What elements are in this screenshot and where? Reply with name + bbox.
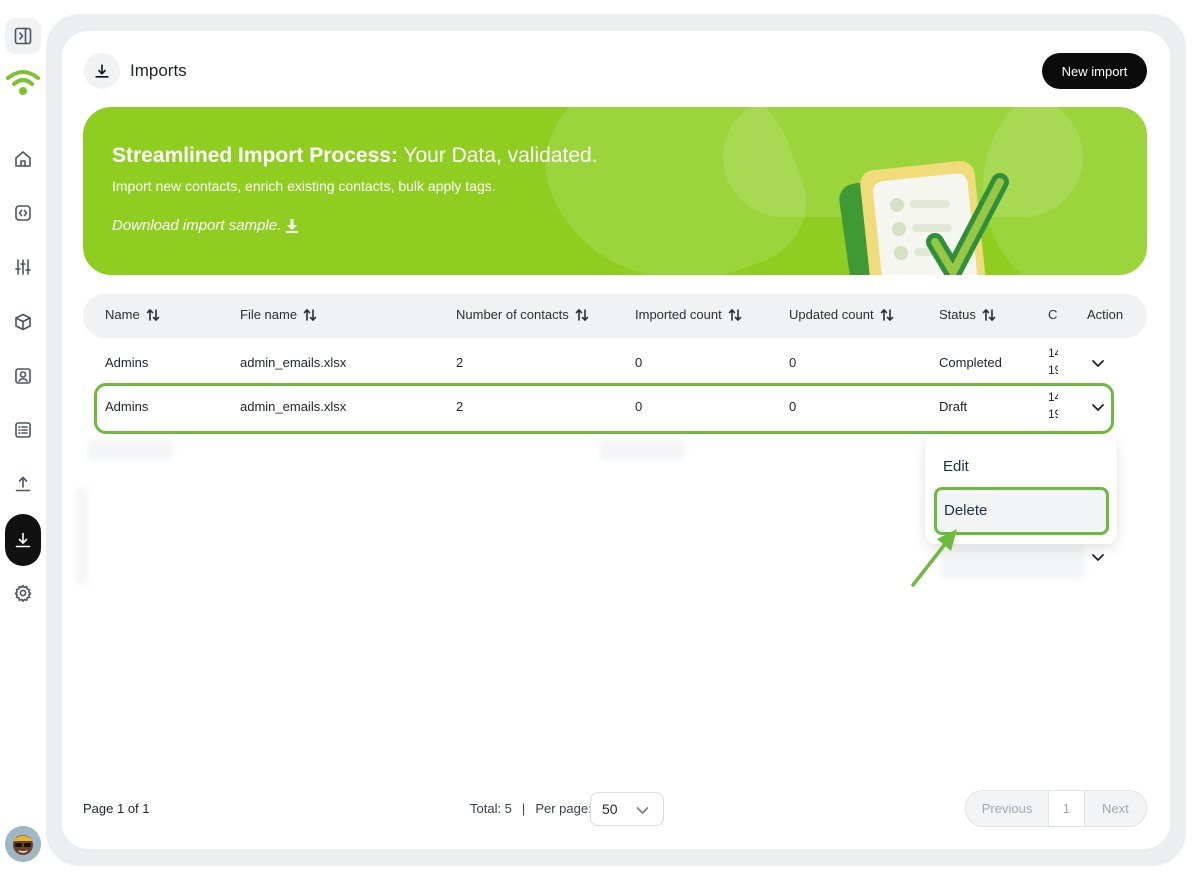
sort-icon [728,308,742,321]
column-header-updated-count[interactable]: Updated count [789,307,894,322]
pagination: Previous 1 Next [965,790,1147,827]
cube-icon [15,313,31,331]
table-header: Name File name Number of contacts Import… [83,294,1147,338]
pointer-arrow-annotation [911,529,957,587]
import-banner: Streamlined Import Process: Your Data, v… [83,107,1147,275]
cell-contacts: 2 [456,355,464,370]
cell-created: 1419 [1048,345,1058,379]
chevron-down-icon[interactable] [1091,356,1105,370]
menu-item-delete-label: Delete [944,502,988,519]
sidebar-item-list[interactable] [5,412,41,448]
cell-created-line: 14 [1048,346,1058,360]
download-icon [15,532,31,548]
sidebar-item-home[interactable] [5,141,41,177]
banner-subtitle: Import new contacts, enrich existing con… [112,178,496,194]
chevron-down-icon [636,807,649,815]
new-import-button[interactable]: New import [1042,53,1147,89]
page-number-button[interactable]: 1 [1049,791,1085,826]
sidebar-item-cube[interactable] [5,304,41,340]
blurred-content [76,488,88,584]
contact-icon [15,368,31,384]
sidebar-item-upload[interactable] [5,466,41,502]
sidebar-item-settings[interactable] [5,575,41,611]
upload-icon [15,476,31,492]
column-header-file-name[interactable]: File name [240,307,317,322]
checklist-illustration [839,160,1009,275]
page-title: Imports [130,61,187,80]
banner-title: Streamlined Import Process: Your Data, v… [112,144,598,168]
logo-icon [6,70,40,95]
column-header-created[interactable]: C [1048,307,1058,322]
next-button[interactable]: Next [1085,791,1146,826]
page-info: Page 1 of 1 [83,801,150,816]
sidebar-item-contacts[interactable] [5,358,41,394]
cell-status: Completed [939,355,1002,370]
column-label: Updated count [789,307,874,322]
blurred-content [600,440,685,460]
sidebar-item-imports[interactable] [5,514,41,566]
column-label: Action [1087,307,1124,322]
column-label: File name [240,307,298,322]
chevron-down-icon[interactable] [1091,550,1105,564]
sidebar-item-sliders[interactable] [5,249,41,285]
column-header-action: Action [1087,307,1123,322]
separator: | [521,801,526,816]
per-page-value: 50 [602,801,618,817]
previous-button[interactable]: Previous [966,791,1050,826]
avatar[interactable] [5,826,41,862]
sidebar [0,0,46,880]
download-sample-link[interactable]: Download import sample. [112,217,299,234]
sort-icon [880,308,893,321]
sidebar-item-code[interactable] [5,195,41,231]
sort-icon [982,308,996,321]
column-header-name[interactable]: Name [105,307,160,322]
row-highlight-annotation [94,383,1114,434]
download-arrow-icon [286,218,299,233]
imports-header-icon [84,53,120,89]
per-page-label: Per page: [535,801,592,816]
cell-updated: 0 [789,355,797,370]
avatar-face-icon [5,826,41,862]
panel-toggle-icon [14,27,32,45]
sort-icon [303,308,317,321]
cell-created-line: 19 [1048,363,1058,377]
table-row[interactable]: Admins admin_emails.xlsx 2 0 0 Completed… [83,340,1147,384]
column-header-imported-count[interactable]: Imported count [635,307,742,322]
sort-icon [146,308,159,321]
banner-title-bold: Streamlined Import Process: [112,144,398,167]
sidebar-toggle-button[interactable] [5,18,41,54]
list-icon [15,422,31,438]
sliders-icon [15,259,31,275]
cell-file-name: admin_emails.xlsx [240,355,347,370]
cell-name: Admins [105,355,149,370]
total-info: Total: 5 | Per page: [470,801,592,816]
sort-icon [575,308,589,321]
column-header-number-of-contacts[interactable]: Number of contacts [456,307,589,322]
home-icon [15,151,31,167]
download-sample-label: Download import sample. [112,217,282,234]
blurred-content [88,440,173,460]
column-label: Imported count [635,307,722,322]
column-label: C [1048,307,1058,322]
column-header-status[interactable]: Status [939,307,996,322]
per-page-select[interactable]: 50 [590,792,664,826]
settings-icon [14,584,32,603]
cell-imported: 0 [635,355,643,370]
download-icon [95,64,109,78]
menu-item-edit[interactable]: Edit [943,458,969,475]
column-label: Status [939,307,976,322]
total-count: Total: 5 [470,801,512,816]
column-label: Number of contacts [456,307,569,322]
banner-title-rest: Your Data, validated. [397,144,598,167]
column-label: Name [105,307,140,322]
code-icon [15,205,31,221]
